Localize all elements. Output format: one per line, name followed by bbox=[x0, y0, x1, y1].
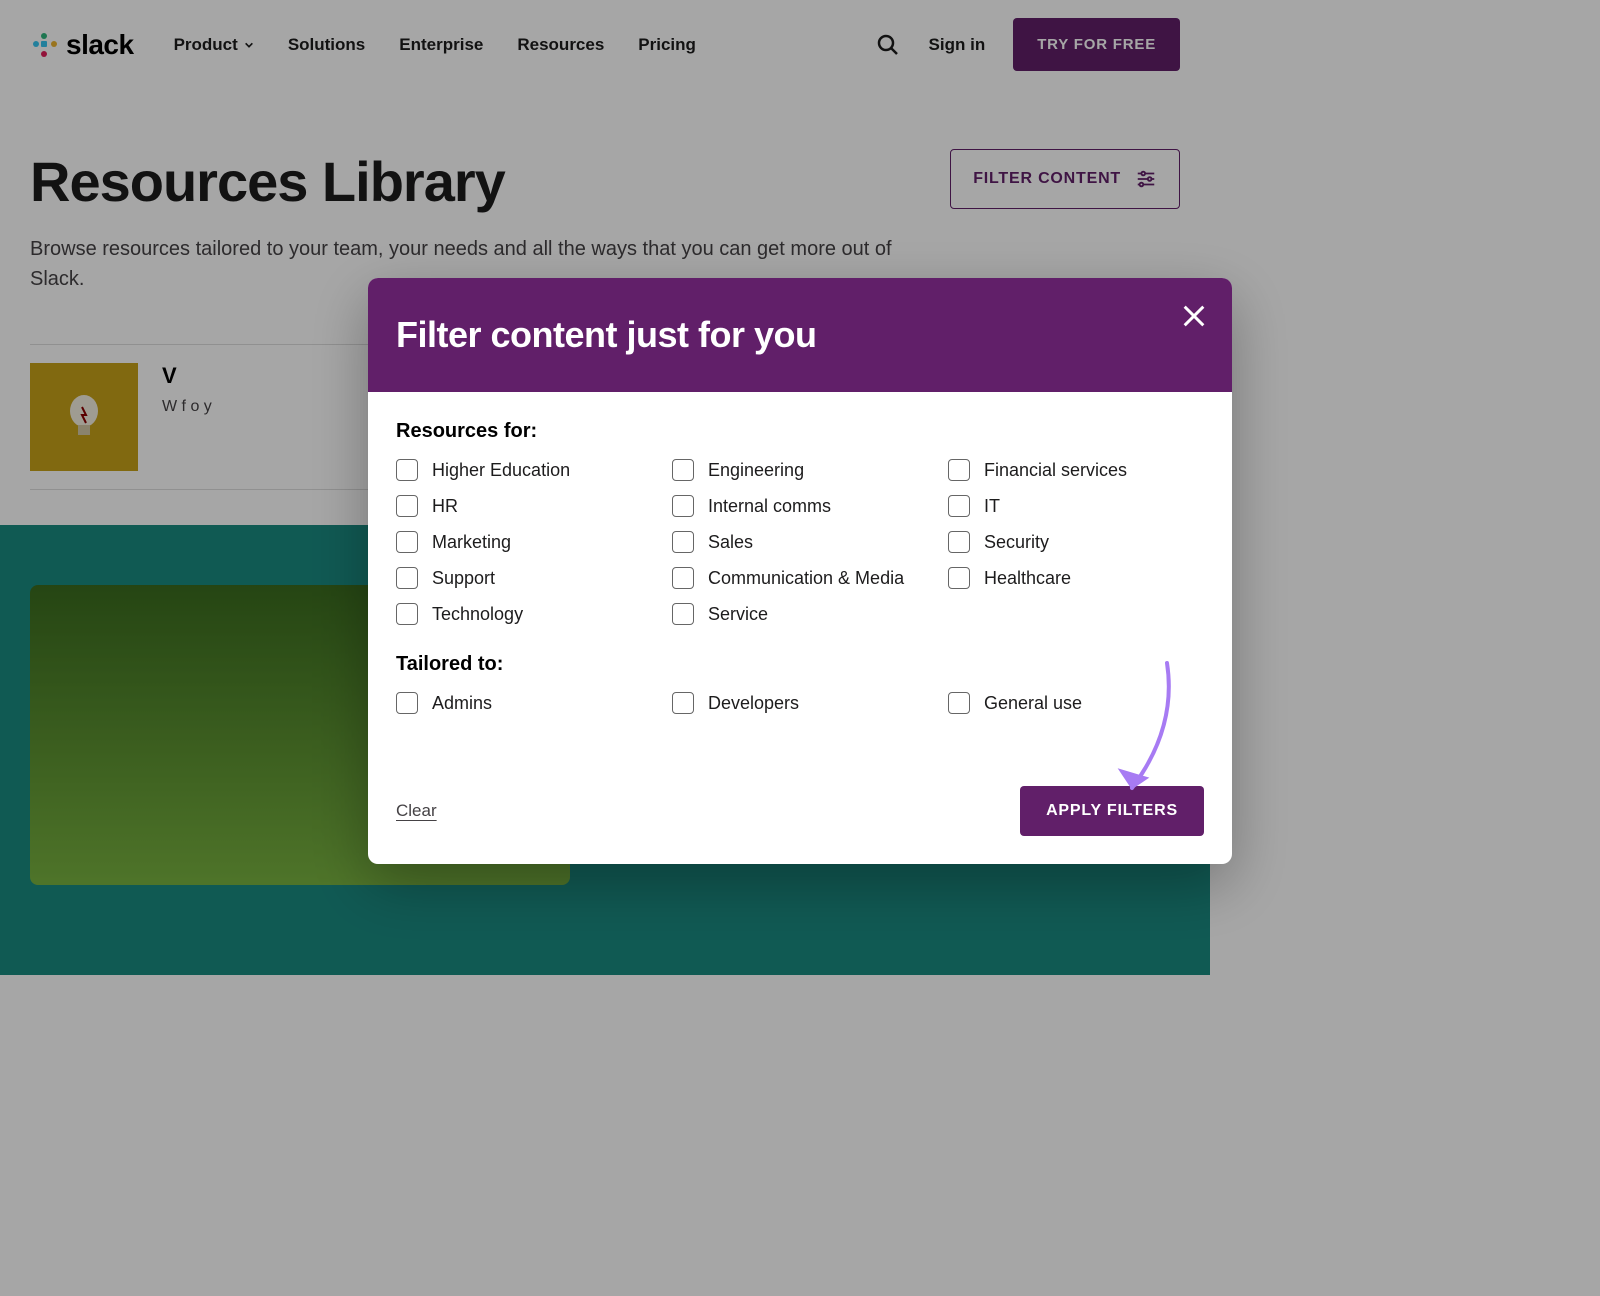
close-button[interactable] bbox=[1180, 302, 1208, 330]
checkbox[interactable] bbox=[396, 495, 418, 517]
checkbox-label: Admins bbox=[432, 693, 492, 714]
checkbox[interactable] bbox=[672, 495, 694, 517]
checkbox[interactable] bbox=[672, 567, 694, 589]
checkbox[interactable] bbox=[948, 692, 970, 714]
checkbox-label: Sales bbox=[708, 532, 753, 553]
filter-checkbox-item[interactable]: Financial services bbox=[948, 459, 1204, 481]
filter-checkbox-item[interactable]: Sales bbox=[672, 531, 928, 553]
checkbox-label: Developers bbox=[708, 693, 799, 714]
clear-filters-link[interactable]: Clear bbox=[396, 801, 437, 821]
checkbox[interactable] bbox=[396, 603, 418, 625]
filter-section-title: Tailored to: bbox=[396, 653, 1204, 676]
checkbox-label: Healthcare bbox=[984, 568, 1071, 589]
filter-checkbox-item[interactable]: Technology bbox=[396, 603, 652, 625]
checkbox[interactable] bbox=[396, 692, 418, 714]
checkbox[interactable] bbox=[672, 603, 694, 625]
apply-label: APPLY FILTERS bbox=[1046, 802, 1178, 819]
filter-checkbox-item[interactable]: Service bbox=[672, 603, 928, 625]
checkbox-label: General use bbox=[984, 693, 1082, 714]
apply-filters-button[interactable]: APPLY FILTERS bbox=[1020, 786, 1204, 836]
filter-checkbox-item[interactable]: Internal comms bbox=[672, 495, 928, 517]
modal-overlay[interactable]: Filter content just for you Resources fo… bbox=[0, 0, 1600, 1296]
checkbox[interactable] bbox=[672, 459, 694, 481]
filter-checkbox-item[interactable]: HR bbox=[396, 495, 652, 517]
checkbox[interactable] bbox=[396, 531, 418, 553]
checkbox[interactable] bbox=[948, 495, 970, 517]
checkbox[interactable] bbox=[396, 567, 418, 589]
filter-checkbox-item[interactable]: General use bbox=[948, 692, 1204, 714]
checkbox-label: Higher Education bbox=[432, 460, 570, 481]
checkbox-label: Marketing bbox=[432, 532, 511, 553]
checkbox-label: Support bbox=[432, 568, 495, 589]
filter-checkbox-item[interactable]: Engineering bbox=[672, 459, 928, 481]
checkbox-label: Financial services bbox=[984, 460, 1127, 481]
checkbox-label: Technology bbox=[432, 604, 523, 625]
resources-for-grid: Higher Education Engineering Financial s… bbox=[396, 459, 1204, 625]
checkbox[interactable] bbox=[672, 531, 694, 553]
close-icon bbox=[1180, 302, 1208, 330]
filter-checkbox-item[interactable]: Security bbox=[948, 531, 1204, 553]
filter-checkbox-item[interactable]: Marketing bbox=[396, 531, 652, 553]
checkbox[interactable] bbox=[396, 459, 418, 481]
filter-checkbox-item[interactable]: Communication & Media bbox=[672, 567, 928, 589]
checkbox-label: Engineering bbox=[708, 460, 804, 481]
filter-checkbox-item[interactable]: Healthcare bbox=[948, 567, 1204, 589]
filter-modal: Filter content just for you Resources fo… bbox=[368, 278, 1232, 864]
modal-title: Filter content just for you bbox=[396, 314, 1204, 356]
filter-checkbox-item[interactable]: Developers bbox=[672, 692, 928, 714]
checkbox-label: Internal comms bbox=[708, 496, 831, 517]
checkbox-label: Communication & Media bbox=[708, 568, 904, 589]
filter-checkbox-item[interactable]: Support bbox=[396, 567, 652, 589]
modal-body: Resources for: Higher Education Engineer… bbox=[368, 392, 1232, 762]
filter-checkbox-item[interactable]: IT bbox=[948, 495, 1204, 517]
checkbox[interactable] bbox=[948, 531, 970, 553]
filter-section-title: Resources for: bbox=[396, 420, 1204, 443]
filter-checkbox-item[interactable]: Higher Education bbox=[396, 459, 652, 481]
filter-checkbox-item[interactable]: Admins bbox=[396, 692, 652, 714]
modal-header: Filter content just for you bbox=[368, 278, 1232, 392]
checkbox[interactable] bbox=[948, 567, 970, 589]
checkbox-label: IT bbox=[984, 496, 1000, 517]
checkbox-label: Security bbox=[984, 532, 1049, 553]
checkbox[interactable] bbox=[948, 459, 970, 481]
tailored-to-grid: Admins Developers General use bbox=[396, 692, 1204, 714]
checkbox-label: Service bbox=[708, 604, 768, 625]
modal-footer: Clear APPLY FILTERS bbox=[368, 762, 1232, 864]
checkbox[interactable] bbox=[672, 692, 694, 714]
checkbox-label: HR bbox=[432, 496, 458, 517]
